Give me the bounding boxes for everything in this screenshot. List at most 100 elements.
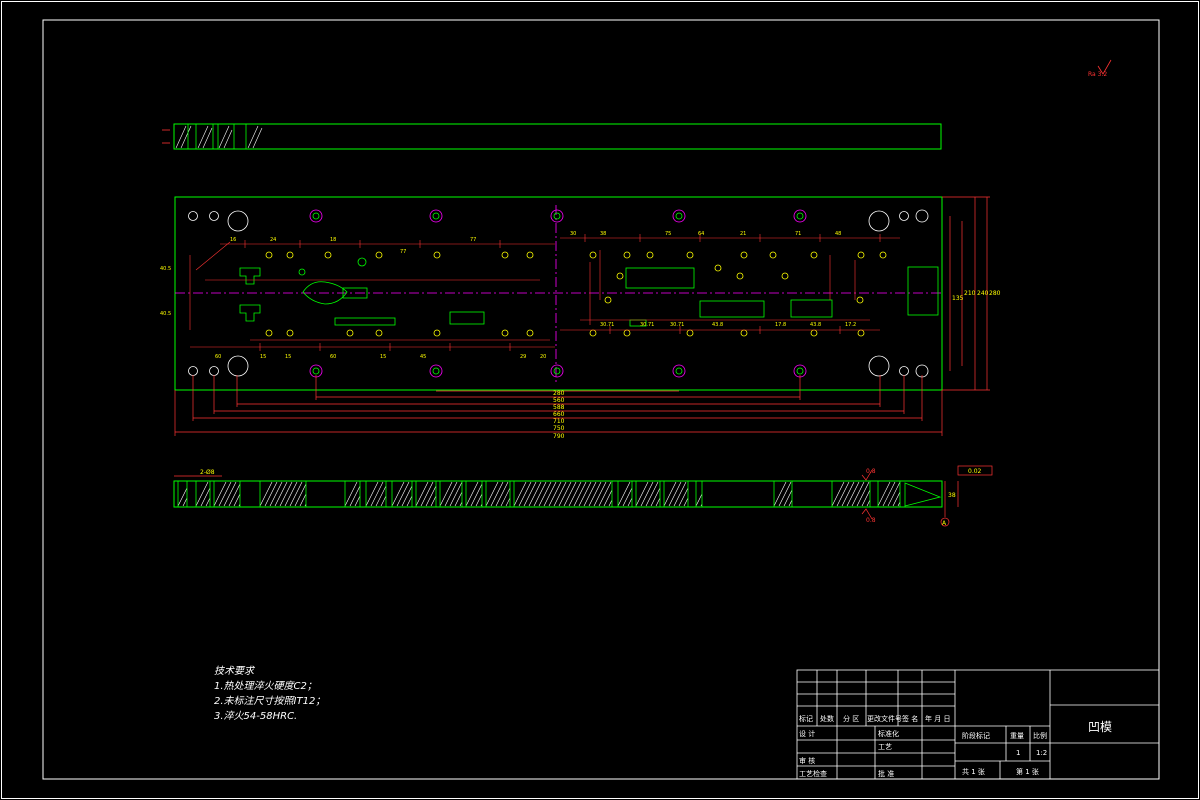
plan-view: 16 24 18 77 77 30 38 75 64 21 71 48 60 15 15 60 15… [160, 196, 943, 391]
svg-text:29: 29 [520, 354, 526, 360]
technical-notes: 技术要求 1.热处理淬火硬度C2； 2.未标注尺寸按照IT12； 3.淬火54-… [214, 664, 325, 724]
hatch-line [279, 481, 293, 507]
svg-text:77: 77 [470, 237, 476, 243]
hatch-line [370, 481, 384, 507]
dim-588: 588 [553, 404, 565, 411]
bolt-holes-top [188, 209, 929, 232]
hatch-line [205, 497, 211, 507]
tb-sheet-no: 第 1 张 [1016, 768, 1039, 776]
hatch-line [396, 481, 410, 507]
hatch-line [533, 481, 547, 507]
hatch-line [558, 481, 572, 507]
hatch-line [349, 485, 361, 507]
tb-weight: 重量 [1010, 732, 1024, 740]
svg-text:60: 60 [330, 354, 336, 360]
inner-dimensions [189, 237, 900, 348]
hatch-line [375, 485, 387, 507]
hatch-line [841, 481, 855, 507]
hatch-line [543, 481, 557, 507]
svg-text:71: 71 [795, 231, 801, 237]
hatch-line [182, 497, 188, 507]
overall-dimensions [174, 196, 990, 436]
tb-design: 设 计 [799, 730, 816, 738]
svg-text:30.71: 30.71 [640, 322, 654, 328]
svg-text:0.8: 0.8 [866, 468, 876, 475]
svg-text:Ra 3.2: Ra 3.2 [1088, 71, 1107, 78]
svg-text:77: 77 [400, 249, 406, 255]
hatch-line [299, 493, 307, 507]
hatch-line [663, 481, 677, 507]
svg-text:20: 20 [540, 354, 546, 360]
hatch-line [495, 481, 509, 507]
hatch-line [269, 481, 283, 507]
note-item-2: 2.未标注尺寸按照IT12； [214, 696, 326, 707]
overall-dim-labels: 280 560 588 660 710 750 790 135 210 240 … [553, 290, 1001, 440]
dim-560: 560 [553, 397, 565, 404]
hatch-line [866, 499, 871, 507]
hatch-line [528, 481, 542, 507]
hatch-line [344, 481, 358, 507]
svg-text:43.8: 43.8 [712, 322, 723, 328]
thickness-label: 38 [948, 492, 956, 499]
hatch-line [177, 487, 188, 507]
hatch-line [553, 481, 567, 507]
dim-h-210: 210 [964, 290, 976, 297]
hatch-line [650, 487, 661, 507]
hatch-line [523, 481, 537, 507]
svg-text:64: 64 [698, 231, 704, 237]
svg-text:0.8: 0.8 [866, 517, 876, 524]
svg-text:48: 48 [835, 231, 841, 237]
hatch-line [622, 487, 633, 507]
hatch-line [655, 497, 661, 507]
hatch-line [294, 483, 307, 507]
hatch-line [645, 481, 659, 507]
svg-text:75: 75 [665, 231, 671, 237]
svg-text:24: 24 [270, 237, 276, 243]
inner-dim-text: 16 24 18 77 77 30 38 75 64 21 71 48 60 15 15 60 15… [160, 231, 856, 360]
hatch-line [490, 481, 504, 507]
hatch-line [548, 481, 562, 507]
svg-text:2-Ø8: 2-Ø8 [200, 469, 215, 476]
hatch-line [354, 495, 361, 507]
tb-stage: 阶段标记 [962, 732, 990, 740]
svg-text:17.8: 17.8 [775, 322, 786, 328]
hatch-line [673, 481, 687, 507]
hatch-line [588, 481, 602, 507]
hatch-line [233, 493, 241, 507]
hatch-line [573, 481, 587, 507]
part-name: 凹模 [1088, 720, 1113, 734]
hatch-line [578, 481, 592, 507]
hatch-line [449, 481, 463, 507]
hatch-line [627, 497, 633, 507]
dim-790: 790 [553, 433, 565, 440]
svg-text:43.8: 43.8 [810, 322, 821, 328]
hatch-line [259, 481, 273, 507]
dim-h-240: 240 [977, 290, 989, 297]
tb-scale: 比例 [1033, 732, 1047, 740]
hatch-line [538, 481, 552, 507]
hatch-line [415, 481, 429, 507]
svg-text:15: 15 [380, 354, 386, 360]
svg-text:17.2: 17.2 [845, 322, 856, 328]
tb-sign: 签 名 [902, 715, 919, 723]
sheet-border-inner [42, 19, 1160, 780]
top-section-view [162, 123, 942, 150]
roughness-symbol: Ra 3.2 [1088, 59, 1112, 78]
tb-process: 工艺 [878, 743, 892, 751]
hatch-line [887, 481, 901, 507]
tb-sheets-total: 共 1 张 [962, 768, 985, 776]
tb-scale-val: 1:2 [1036, 749, 1048, 757]
hatch-line [617, 481, 631, 507]
hatch-line [465, 481, 479, 507]
note-item-1: 1.热处理淬火硬度C2； [214, 681, 317, 692]
hatch-line [568, 481, 582, 507]
dim-750: 750 [553, 425, 565, 432]
hatch-line [831, 481, 845, 507]
hatch-line [274, 481, 288, 507]
svg-text:15: 15 [285, 354, 291, 360]
hatch-line [365, 481, 379, 507]
dim-h-280: 280 [989, 290, 1001, 297]
tb-approve: 批 准 [878, 770, 895, 778]
dimension-ticks [244, 234, 881, 351]
hatch-line [505, 497, 511, 507]
